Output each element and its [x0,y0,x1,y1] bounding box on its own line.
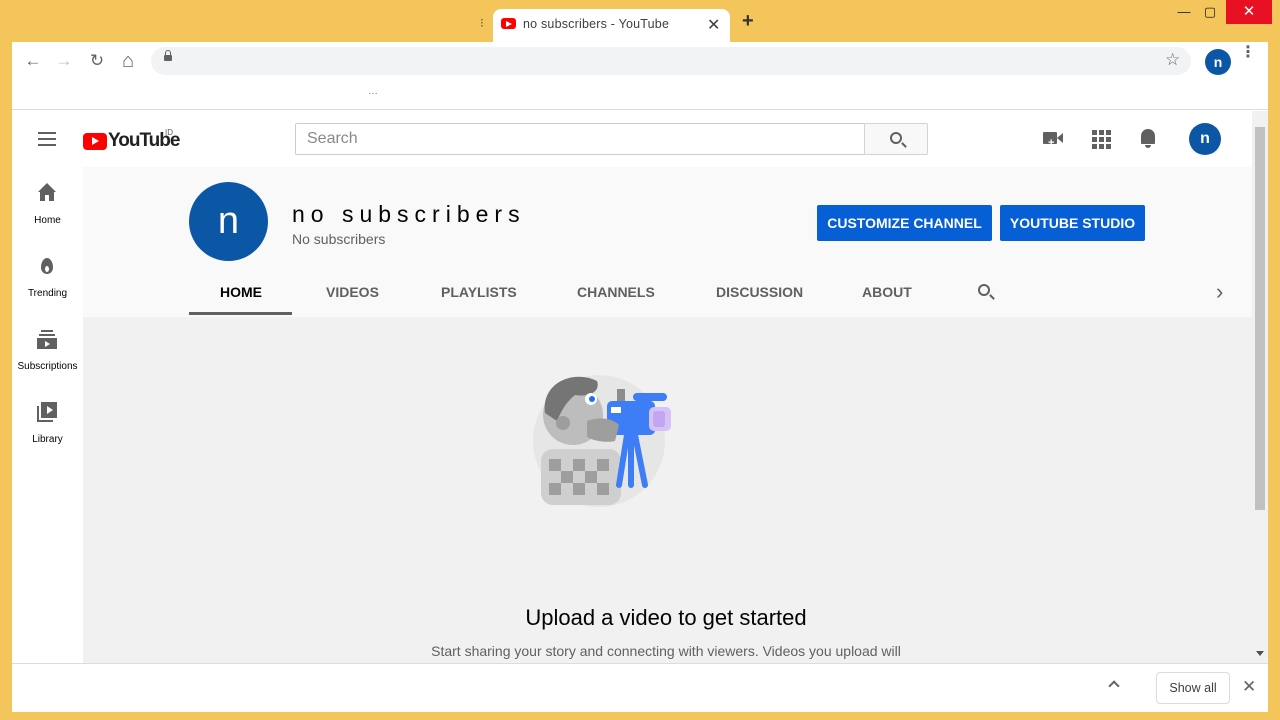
search-input[interactable] [296,124,864,154]
library-icon [37,402,57,422]
youtube-logo[interactable]: YouTube ID [83,128,180,152]
forward-arrow-icon[interactable]: → [50,48,78,74]
fire-icon [37,256,57,276]
channel-avatar[interactable]: n [189,182,268,261]
youtube-play-icon [83,132,107,150]
maximize-button[interactable]: ▢ [1198,0,1222,24]
home-button-icon[interactable]: ⌂ [114,48,142,74]
lock-icon[interactable] [164,50,172,61]
tab-videos[interactable]: VIDEOS [326,284,379,300]
subscriptions-icon [37,329,57,349]
channel-search-icon[interactable] [978,284,996,302]
search-icon [890,132,902,144]
scrollbar-thumb[interactable] [1255,127,1265,510]
notifications-bell-icon[interactable] [1136,127,1160,151]
empty-state-title: Upload a video to get started [525,605,807,630]
channel-header: n no subscribers No subscribers CUSTOMIZ… [83,167,1252,317]
tab-close-icon[interactable]: ✕ [707,15,720,35]
active-tab-indicator [189,312,292,315]
tab-title: no subscribers - YouTube [523,17,670,31]
bookmark-star-icon[interactable]: ☆ [1165,50,1180,70]
create-video-icon[interactable]: + [1041,127,1065,151]
new-tab-button[interactable]: + [742,10,754,33]
hamburger-menu-icon[interactable] [38,132,56,146]
browser-profile-avatar[interactable]: n [1205,49,1231,75]
back-arrow-icon[interactable]: ← [19,48,47,74]
guide-item-label: Trending [27,288,68,299]
tab-separator: ⁝ [480,16,484,30]
apps-grid-icon[interactable] [1089,127,1113,151]
search-button[interactable] [864,123,928,155]
bookmarks-bar: … [12,80,1268,110]
tab-playlists[interactable]: PLAYLISTS [441,284,517,300]
guide-item-trending[interactable]: Trending [12,248,83,310]
browser-tab[interactable]: no subscribers - YouTube ✕ [493,9,730,42]
tab-home[interactable]: HOME [220,284,262,300]
subscriber-count: No subscribers [292,231,386,247]
guide-sidebar: Home Trending Subscriptions Library [12,167,83,663]
customize-channel-button[interactable]: CUSTOMIZE CHANNEL [817,205,992,241]
page-scrollbar[interactable] [1252,111,1268,663]
minimize-button[interactable]: — [1172,0,1196,24]
region-code: ID [165,128,173,137]
reload-icon[interactable]: ↻ [83,48,111,74]
guide-item-subscriptions[interactable]: Subscriptions [12,321,83,383]
camera-operator-illustration [533,375,671,507]
download-bar-close-icon[interactable]: ✕ [1242,677,1256,697]
guide-item-label: Subscriptions [17,361,78,372]
download-bar: Show all ✕ [12,663,1268,712]
tab-about[interactable]: ABOUT [862,284,912,300]
window-close-button[interactable]: ✕ [1226,0,1272,24]
youtube-studio-button[interactable]: YOUTUBE STUDIO [1000,205,1145,241]
empty-state-description: Start sharing your story and connecting … [431,643,901,659]
youtube-masthead: YouTube ID + n [12,111,1252,167]
youtube-page: YouTube ID + n Home [12,111,1268,663]
address-bar[interactable]: ☆ [151,47,1191,75]
search-box [295,123,865,155]
scroll-down-arrow-icon[interactable] [1256,651,1264,656]
guide-item-library[interactable]: Library [12,394,83,456]
home-icon [37,183,57,203]
guide-item-label: Home [34,215,61,226]
window-titlebar: ⁝ no subscribers - YouTube ✕ + — ▢ ✕ [0,0,1280,42]
tab-channels[interactable]: CHANNELS [577,284,655,300]
youtube-favicon-icon [501,18,516,29]
chevron-right-icon[interactable]: › [1216,279,1223,305]
channel-name: no subscribers [292,201,526,227]
guide-item-label: Library [32,434,63,445]
chevron-up-icon[interactable] [1108,680,1120,692]
show-all-button[interactable]: Show all [1156,672,1230,704]
bookmark-overflow[interactable]: … [368,86,378,97]
user-avatar[interactable]: n [1189,123,1221,155]
browser-window: ← → ↻ ⌂ ☆ n ⋮ … YouTube ID + [12,42,1268,712]
browser-toolbar: ← → ↻ ⌂ ☆ n ⋮ [12,42,1268,80]
guide-item-home[interactable]: Home [12,175,83,237]
tab-discussion[interactable]: DISCUSSION [716,284,803,300]
browser-menu-icon[interactable]: ⋮ [1240,45,1256,61]
